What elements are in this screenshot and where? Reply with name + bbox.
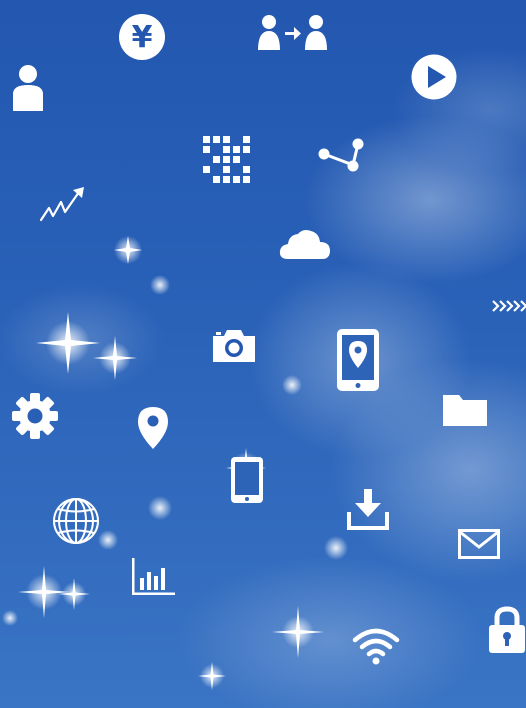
- share-icon: [317, 138, 365, 174]
- growth-chart-icon: [39, 186, 87, 222]
- yen-icon: ¥: [118, 13, 166, 61]
- play-icon: [411, 54, 457, 100]
- globe-icon: [52, 497, 100, 545]
- sparkle-decoration: [2, 236, 348, 690]
- person-icon: [13, 64, 43, 112]
- smartphone-icon: [230, 456, 264, 504]
- location-pin-icon: [137, 406, 169, 450]
- qr-code-icon: [203, 136, 251, 184]
- folder-icon: [442, 392, 488, 428]
- camera-icon: [211, 328, 257, 364]
- lock-icon: [488, 606, 526, 654]
- sky-background: ¥: [0, 0, 526, 708]
- svg-text:¥: ¥: [132, 20, 153, 55]
- tablet-location-icon: [336, 328, 380, 392]
- gear-icon: [11, 392, 59, 440]
- wifi-icon: [352, 627, 400, 665]
- download-icon: [346, 488, 390, 532]
- mail-icon: [458, 529, 500, 559]
- person-transfer-icon: [258, 14, 328, 52]
- double-chevron-icon: [492, 298, 526, 314]
- cloud-icon: [279, 228, 331, 260]
- bar-chart-icon: [132, 558, 176, 596]
